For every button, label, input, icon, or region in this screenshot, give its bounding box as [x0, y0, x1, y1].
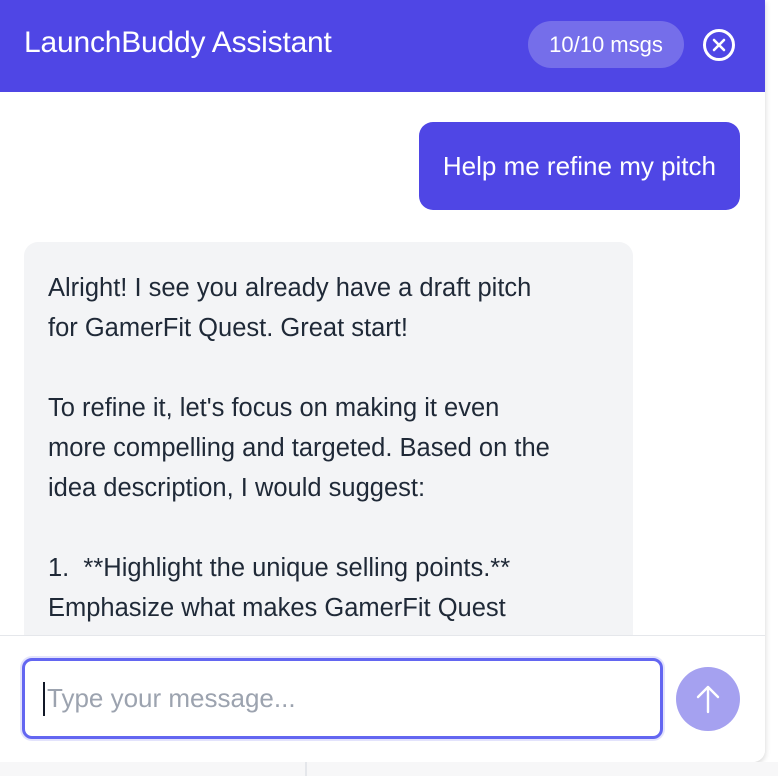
assistant-line: for GamerFit Quest. Great start!	[48, 314, 408, 342]
message-input-box[interactable]	[22, 658, 663, 739]
close-icon	[712, 38, 726, 52]
header-title: LaunchBuddy Assistant	[24, 26, 332, 59]
send-button[interactable]	[676, 667, 740, 731]
assistant-line: Alright! I see you already have a draft …	[48, 274, 532, 302]
arrow-up-icon	[696, 685, 720, 714]
message-input[interactable]	[47, 683, 627, 714]
message-count-badge: 10/10 msgs	[528, 21, 684, 68]
assistant-line: Emphasize what makes GamerFit Quest	[48, 594, 506, 622]
assistant-message: Alright! I see you already have a draft …	[24, 242, 633, 635]
assistant-line: To refine it, let's focus on making it e…	[48, 394, 500, 422]
assistant-line: 1. **Highlight the unique selling points…	[48, 554, 511, 582]
composer	[0, 635, 765, 762]
chat-header: LaunchBuddy Assistant 10/10 msgs	[0, 0, 765, 92]
background-page	[0, 762, 778, 776]
close-button[interactable]	[703, 29, 735, 61]
background-divider	[305, 762, 307, 776]
assistant-line: idea description, I would suggest:	[48, 474, 426, 502]
message-list[interactable]: Help me refine my pitch Alright! I see y…	[0, 92, 765, 635]
user-message: Help me refine my pitch	[418, 122, 740, 210]
assistant-line: more compelling and targeted. Based on t…	[48, 434, 550, 462]
text-caret	[43, 681, 45, 716]
user-message-text: Help me refine my pitch	[442, 151, 716, 181]
chat-panel: LaunchBuddy Assistant 10/10 msgs Help me…	[0, 0, 765, 762]
